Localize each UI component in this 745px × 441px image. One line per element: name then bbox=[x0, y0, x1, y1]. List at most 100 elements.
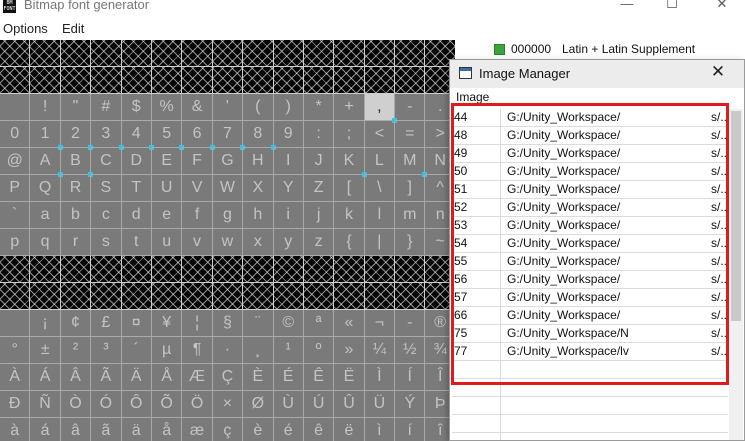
glyph-cell[interactable]: × bbox=[212, 391, 244, 418]
glyph-cell[interactable] bbox=[243, 256, 274, 283]
glyph-cell[interactable]: | bbox=[364, 229, 396, 256]
glyph-cell[interactable] bbox=[91, 67, 122, 94]
glyph-cell[interactable] bbox=[121, 40, 152, 67]
glyph-cell[interactable]: a bbox=[30, 202, 61, 229]
vertical-scrollbar[interactable] bbox=[729, 109, 743, 440]
image-row[interactable]: 66 G:/Unity_Workspace/s/.. bbox=[452, 307, 728, 325]
glyph-cell[interactable]: É bbox=[273, 364, 304, 391]
glyph-cell[interactable]: j bbox=[303, 202, 335, 229]
glyph-cell[interactable]: 7 bbox=[212, 121, 246, 150]
glyph-cell[interactable]: q bbox=[30, 229, 61, 256]
glyph-cell[interactable]: 5 bbox=[151, 121, 185, 150]
glyph-cell[interactable]: Ë bbox=[334, 364, 365, 391]
glyph-cell[interactable]: æ bbox=[182, 418, 213, 441]
glyph-cell[interactable]: f bbox=[182, 202, 213, 229]
glyph-cell[interactable]: Ý bbox=[395, 391, 426, 418]
glyph-cell[interactable]: ¹ bbox=[273, 337, 304, 364]
glyph-cell[interactable]: % bbox=[151, 94, 183, 121]
glyph-cell[interactable]: § bbox=[212, 310, 244, 337]
glyph-cell[interactable]: l bbox=[364, 202, 396, 229]
glyph-cell[interactable]: Í bbox=[395, 364, 426, 391]
glyph-cell[interactable]: 6 bbox=[182, 121, 216, 150]
glyph-cell[interactable]: ³ bbox=[91, 337, 122, 364]
charset-name[interactable]: Latin + Latin Supplement bbox=[562, 42, 695, 56]
glyph-cell[interactable]: « bbox=[334, 310, 365, 337]
glyph-cell[interactable]: C bbox=[91, 148, 122, 175]
glyph-cell[interactable] bbox=[212, 283, 244, 310]
glyph-cell[interactable] bbox=[395, 283, 426, 310]
glyph-cell[interactable]: Ç bbox=[212, 364, 244, 391]
image-row[interactable]: 56 G:/Unity_Workspace/s/.. bbox=[452, 271, 728, 289]
glyph-cell[interactable] bbox=[273, 256, 304, 283]
glyph-cell[interactable] bbox=[30, 283, 61, 310]
glyph-cell[interactable]: ¦ bbox=[182, 310, 213, 337]
glyph-cell[interactable]: º bbox=[303, 337, 335, 364]
glyph-cell[interactable]: I bbox=[273, 148, 304, 175]
glyph-cell[interactable] bbox=[151, 40, 183, 67]
glyph-cell[interactable]: Á bbox=[30, 364, 61, 391]
glyph-cell[interactable] bbox=[364, 67, 396, 94]
glyph-cell[interactable] bbox=[60, 40, 92, 67]
glyph-cell[interactable]: s bbox=[91, 229, 122, 256]
glyph-cell[interactable]: y bbox=[273, 229, 304, 256]
glyph-cell[interactable] bbox=[334, 67, 365, 94]
glyph-cell[interactable]: Ü bbox=[364, 391, 396, 418]
glyph-cell[interactable] bbox=[0, 67, 31, 94]
glyph-cell[interactable]: Y bbox=[273, 175, 304, 202]
glyph-cell[interactable]: ) bbox=[273, 94, 304, 121]
glyph-cell[interactable]: w bbox=[212, 229, 244, 256]
glyph-cell[interactable] bbox=[334, 256, 365, 283]
glyph-cell[interactable]: h bbox=[243, 202, 274, 229]
glyph-cell[interactable]: Å bbox=[151, 364, 183, 391]
glyph-cell[interactable]: J bbox=[303, 148, 335, 175]
glyph-cell[interactable] bbox=[364, 40, 396, 67]
glyph-cell[interactable]: Æ bbox=[182, 364, 213, 391]
glyph-cell[interactable]: Ì bbox=[364, 364, 396, 391]
glyph-cell[interactable]: i bbox=[273, 202, 304, 229]
glyph-cell[interactable]: P bbox=[0, 175, 31, 202]
glyph-cell[interactable]: ½ bbox=[395, 337, 426, 364]
glyph-cell[interactable]: £ bbox=[91, 310, 122, 337]
glyph-cell[interactable]: # bbox=[91, 94, 122, 121]
glyph-cell[interactable]: Ä bbox=[121, 364, 152, 391]
glyph-cell[interactable] bbox=[60, 283, 92, 310]
glyph-cell[interactable]: } bbox=[395, 229, 426, 256]
glyph-cell[interactable] bbox=[182, 283, 213, 310]
glyph-cell[interactable] bbox=[273, 40, 304, 67]
image-row[interactable]: 57 G:/Unity_Workspace/s/.. bbox=[452, 289, 728, 307]
glyph-cell[interactable] bbox=[121, 283, 152, 310]
glyph-cell[interactable] bbox=[182, 256, 213, 283]
image-row[interactable]: 44 G:/Unity_Workspace/s/.. bbox=[452, 109, 728, 127]
glyph-cell[interactable]: 4 bbox=[121, 121, 155, 150]
glyph-cell[interactable]: Ù bbox=[273, 391, 304, 418]
glyph-cell[interactable] bbox=[182, 40, 213, 67]
close-icon[interactable]: ✕ bbox=[708, 62, 728, 82]
glyph-cell[interactable]: ä bbox=[122, 418, 152, 441]
glyph-cell[interactable]: Z bbox=[303, 175, 335, 202]
glyph-cell[interactable]: à bbox=[0, 418, 31, 441]
image-row[interactable]: 50 G:/Unity_Workspace/s/.. bbox=[452, 163, 728, 181]
scrollbar-thumb[interactable] bbox=[731, 111, 741, 321]
glyph-cell[interactable] bbox=[395, 256, 426, 283]
glyph-cell[interactable]: á bbox=[30, 418, 61, 441]
glyph-cell[interactable]: < bbox=[364, 121, 396, 148]
glyph-cell[interactable] bbox=[243, 40, 274, 67]
glyph-cell[interactable]: Ò bbox=[60, 391, 92, 418]
menu-edit[interactable]: Edit bbox=[62, 21, 84, 36]
image-list[interactable]: 44 G:/Unity_Workspace/s/.. 48 G:/Unity_Work… bbox=[452, 109, 728, 440]
image-row[interactable]: 49 G:/Unity_Workspace/s/.. bbox=[452, 145, 728, 163]
image-row[interactable]: 53 G:/Unity_Workspace/s/.. bbox=[452, 217, 728, 235]
glyph-cell[interactable]: è bbox=[243, 418, 274, 441]
glyph-cell[interactable]: W bbox=[212, 175, 244, 202]
glyph-cell[interactable]: ¡ bbox=[30, 310, 61, 337]
glyph-cell[interactable]: ° bbox=[0, 337, 31, 364]
glyph-cell[interactable]: é bbox=[274, 418, 304, 441]
glyph-cell[interactable] bbox=[303, 256, 335, 283]
glyph-cell[interactable]: 2 bbox=[60, 121, 94, 150]
glyph-cell[interactable]: Ô bbox=[121, 391, 152, 418]
glyph-cell[interactable]: @ bbox=[0, 148, 31, 175]
image-row[interactable]: 75 G:/Unity_Workspace/N s/.. bbox=[452, 325, 728, 343]
glyph-cell[interactable]: m bbox=[395, 202, 426, 229]
glyph-cell[interactable] bbox=[273, 283, 304, 310]
glyph-cell[interactable] bbox=[0, 40, 31, 67]
